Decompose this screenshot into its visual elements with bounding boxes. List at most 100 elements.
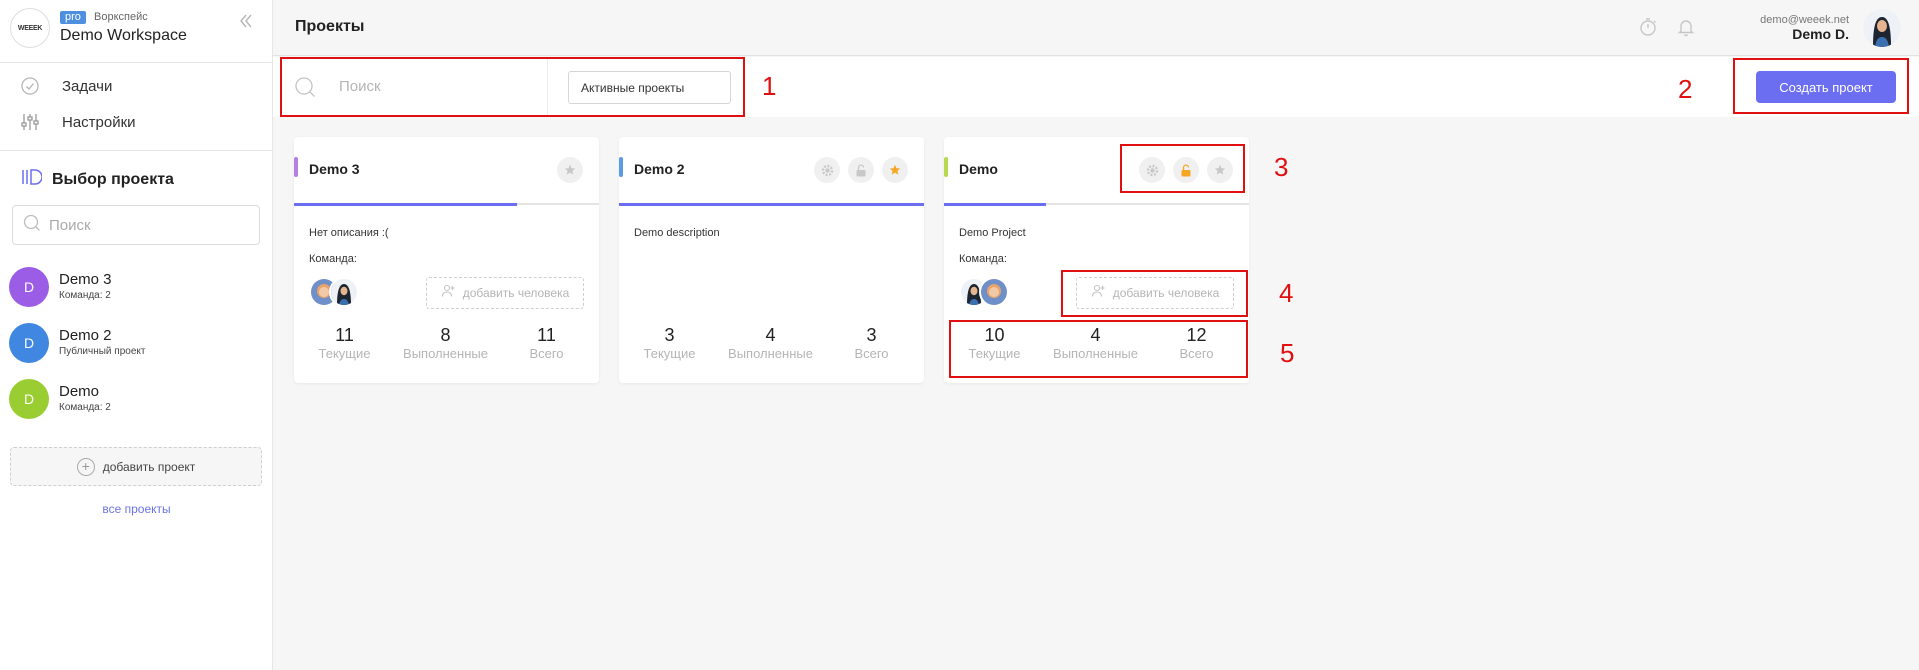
project-avatar: D bbox=[9, 323, 49, 363]
stat-total: 11 Всего bbox=[496, 324, 597, 362]
task-stats: 3 Текущие 4 Выполненные 3 Всего bbox=[619, 324, 924, 362]
top-header: Проекты demo@weeek.net Demo D. bbox=[273, 0, 1919, 56]
stat-current: 11 Текущие bbox=[294, 324, 395, 362]
project-selector-heading: Выбор проекта bbox=[20, 168, 174, 191]
stat-value: 3 bbox=[866, 325, 877, 345]
stat-done: 4 Выполненные bbox=[720, 324, 821, 362]
divider bbox=[0, 62, 273, 63]
project-title: Demo bbox=[959, 161, 998, 177]
collapse-sidebar-icon[interactable] bbox=[237, 12, 255, 30]
stat-value: 8 bbox=[440, 325, 451, 345]
stat-total: 3 Всего bbox=[821, 324, 922, 362]
team-label: Команда: bbox=[309, 253, 357, 265]
annotation-box-4 bbox=[1061, 270, 1248, 317]
project-progress-bar bbox=[619, 203, 924, 206]
sidebar-project-demo-3[interactable]: D Demo 3 Команда: 2 bbox=[9, 266, 269, 308]
project-title: Demo 2 bbox=[634, 161, 685, 177]
stat-label: Текущие bbox=[643, 346, 696, 361]
workspace-header[interactable]: WEEEK pro Воркспейс Demo Workspace bbox=[10, 8, 265, 48]
annotation-number-2: 2 bbox=[1678, 74, 1693, 104]
nav-item-tasks[interactable]: Задачи bbox=[20, 74, 112, 98]
sidebar: WEEEK pro Воркспейс Demo Workspace Задач… bbox=[0, 0, 273, 670]
favorite-star-icon[interactable] bbox=[882, 157, 908, 183]
add-member-button[interactable]: добавить человека bbox=[426, 277, 584, 309]
stat-label: Текущие bbox=[318, 346, 371, 361]
add-user-icon bbox=[441, 284, 455, 303]
project-subtitle: Команда: 2 bbox=[59, 402, 111, 413]
sidebar-project-demo[interactable]: D Demo Команда: 2 bbox=[9, 378, 269, 420]
project-name: Demo 2 bbox=[59, 327, 112, 344]
add-project-label: добавить проект bbox=[102, 459, 196, 474]
member-avatar[interactable] bbox=[979, 277, 1009, 307]
project-title: Demo 3 bbox=[309, 161, 360, 177]
workspace-logo: WEEEK bbox=[10, 8, 50, 48]
unlock-icon[interactable] bbox=[848, 157, 874, 183]
nav-item-settings[interactable]: Настройки bbox=[20, 110, 136, 134]
page-title: Проекты bbox=[295, 18, 365, 35]
project-description: Demo description bbox=[634, 227, 720, 239]
annotation-number-3: 3 bbox=[1274, 152, 1289, 182]
favorite-star-icon[interactable] bbox=[557, 157, 583, 183]
project-progress-bar bbox=[294, 203, 517, 206]
project-description: Нет описания :( bbox=[309, 227, 389, 239]
project-color-stripe bbox=[944, 157, 948, 177]
annotation-number-1: 1 bbox=[762, 71, 777, 101]
sliders-icon bbox=[20, 112, 40, 132]
workspace-name: Demo Workspace bbox=[60, 27, 187, 44]
stat-label: Всего bbox=[529, 346, 564, 361]
stat-label: Выполненные bbox=[728, 346, 813, 361]
stat-label: Всего bbox=[854, 346, 889, 361]
annotation-number-5: 5 bbox=[1280, 338, 1295, 368]
project-color-stripe bbox=[294, 157, 298, 177]
annotation-number-4: 4 bbox=[1279, 278, 1294, 308]
sidebar-search-input[interactable] bbox=[49, 216, 249, 234]
bell-icon[interactable] bbox=[1675, 16, 1697, 38]
user-email: demo@weeek.net bbox=[1760, 14, 1849, 26]
all-projects-link[interactable]: все проекты bbox=[0, 502, 273, 516]
timer-icon[interactable] bbox=[1637, 16, 1659, 38]
team-avatars bbox=[309, 277, 359, 307]
project-progress-bar bbox=[944, 203, 1046, 206]
user-name[interactable]: Demo D. bbox=[1792, 26, 1849, 42]
workspace-type: Воркспейс bbox=[94, 11, 148, 23]
divider bbox=[0, 150, 273, 151]
project-subtitle: Команда: 2 bbox=[59, 290, 111, 301]
project-description: Demo Project bbox=[959, 227, 1026, 239]
stat-current: 3 Текущие bbox=[619, 324, 720, 362]
team-label: Команда: bbox=[959, 253, 1007, 265]
user-avatar[interactable] bbox=[1863, 9, 1901, 47]
project-subtitle: Публичный проект bbox=[59, 346, 146, 357]
project-avatar: D bbox=[9, 379, 49, 419]
pro-badge: pro bbox=[60, 11, 86, 24]
gear-icon[interactable] bbox=[814, 157, 840, 183]
nav-label: Настройки bbox=[62, 113, 136, 131]
project-color-stripe bbox=[619, 157, 623, 177]
card-actions bbox=[814, 157, 908, 183]
annotation-box-1 bbox=[280, 57, 745, 117]
nav-label: Задачи bbox=[62, 77, 113, 95]
check-circle-icon bbox=[20, 76, 40, 96]
task-stats: 11 Текущие 8 Выполненные 11 Всего bbox=[294, 324, 599, 362]
stat-value: 11 bbox=[335, 325, 354, 345]
sidebar-search[interactable] bbox=[12, 205, 260, 245]
add-project-button[interactable]: + добавить проект bbox=[10, 447, 262, 486]
project-name: Demo 3 bbox=[59, 271, 112, 288]
sidebar-project-demo-2[interactable]: D Demo 2 Публичный проект bbox=[9, 322, 269, 364]
projects-board-icon bbox=[20, 168, 43, 191]
stat-label: Выполненные bbox=[403, 346, 488, 361]
project-card-demo-3[interactable]: Demo 3 Нет описания :( Команда: добавить… bbox=[294, 137, 599, 383]
stat-done: 8 Выполненные bbox=[395, 324, 496, 362]
annotation-box-2 bbox=[1733, 58, 1909, 114]
annotation-box-5 bbox=[949, 320, 1248, 378]
team-avatars bbox=[959, 277, 1009, 307]
card-actions bbox=[557, 157, 583, 183]
project-name: Demo bbox=[59, 383, 100, 400]
project-card-demo-2[interactable]: Demo 2 Demo description 3 Текущие 4 Выпо… bbox=[619, 137, 924, 383]
plus-circle-icon: + bbox=[76, 457, 95, 476]
project-selector-title: Выбор проекта bbox=[52, 170, 174, 188]
stat-value: 4 bbox=[765, 325, 776, 345]
search-icon bbox=[23, 214, 41, 237]
member-avatar[interactable] bbox=[329, 277, 359, 307]
stat-value: 11 bbox=[537, 325, 556, 345]
add-member-label: добавить человека bbox=[462, 286, 570, 300]
